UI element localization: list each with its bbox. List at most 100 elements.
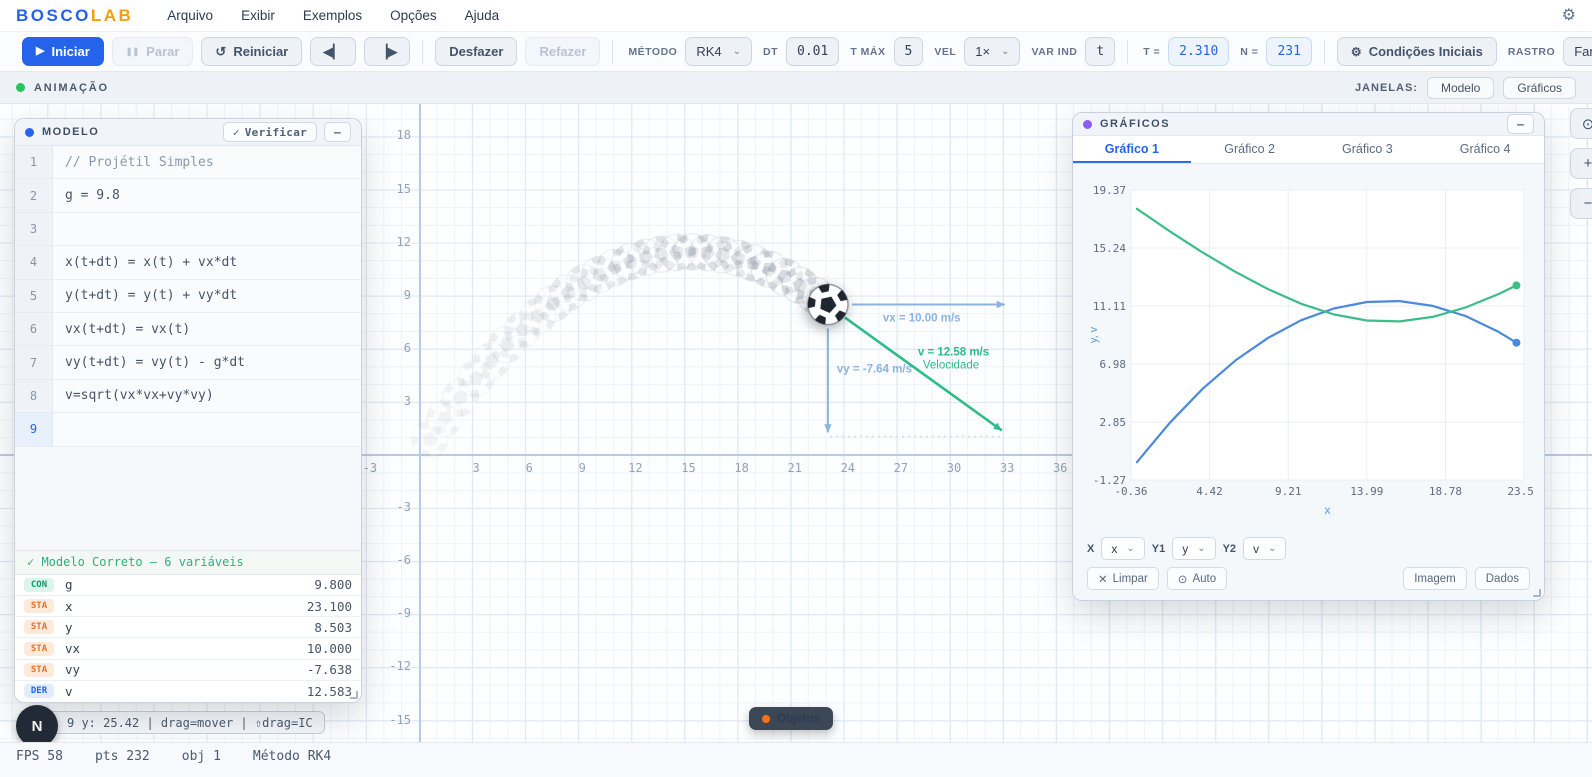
- zoom-in-button[interactable]: +: [1570, 148, 1592, 179]
- graphs-minimize-button[interactable]: –: [1507, 114, 1534, 134]
- x-tick-label: 24: [836, 461, 860, 475]
- x-tick-label: 12: [623, 461, 647, 475]
- variable-name: x: [65, 599, 73, 614]
- animation-status-dot: [16, 83, 25, 92]
- line-number: 6: [15, 313, 53, 345]
- tab-grafico-3[interactable]: Gráfico 3: [1309, 136, 1427, 163]
- step-forward-button[interactable]: ▕▶: [364, 37, 410, 66]
- graph-axis-controls: X x⌄ Y1 y⌄ Y2 v⌄: [1085, 532, 1532, 564]
- code-line-9[interactable]: 9: [15, 413, 361, 446]
- code-text: vx(t+dt) = vx(t): [53, 313, 202, 345]
- line-number: 2: [15, 179, 53, 211]
- toolbar-separator: [422, 40, 423, 64]
- code-editor[interactable]: 1// Projétil Simples2g = 9.834x(t+dt) = …: [15, 146, 361, 447]
- model-resize-handle[interactable]: [350, 691, 358, 699]
- chart-endpoint-y: [1512, 339, 1520, 347]
- menu-item-exemplos[interactable]: Exemplos: [303, 8, 362, 23]
- verify-button[interactable]: ✓Verificar: [223, 122, 317, 142]
- tab-grafico-1[interactable]: Gráfico 1: [1073, 136, 1191, 163]
- tmax-input[interactable]: 5: [894, 37, 924, 66]
- tab-grafico-4[interactable]: Gráfico 4: [1426, 136, 1544, 163]
- model-panel-header[interactable]: MODELO ✓Verificar –: [15, 119, 361, 146]
- menu-item-opcoes[interactable]: Opções: [390, 8, 437, 23]
- chart-y-tick: -1.27: [1093, 474, 1126, 487]
- variable-row-vy[interactable]: STAvy-7.638: [15, 660, 361, 681]
- variable-type-badge: STA: [24, 663, 54, 677]
- reset-button[interactable]: ↺Reiniciar: [201, 37, 302, 66]
- menu-item-ajuda[interactable]: Ajuda: [465, 8, 500, 23]
- variable-row-vx[interactable]: STAvx10.000: [15, 638, 361, 659]
- code-editor-empty-area[interactable]: [15, 447, 361, 550]
- data-button[interactable]: Dados: [1475, 567, 1530, 590]
- chart-x-tick: 4.42: [1196, 485, 1223, 498]
- y1-axis-select[interactable]: y⌄: [1172, 537, 1215, 560]
- code-line-7[interactable]: 7vy(t+dt) = vy(t) - g*dt: [15, 346, 361, 379]
- graphs-title: GRÁFICOS: [1100, 118, 1170, 130]
- x-axis-select[interactable]: x⌄: [1101, 537, 1144, 560]
- varind-input[interactable]: t: [1085, 37, 1115, 66]
- code-line-5[interactable]: 5y(t+dt) = y(t) + vy*dt: [15, 280, 361, 313]
- code-line-1[interactable]: 1// Projétil Simples: [15, 146, 361, 179]
- variable-row-y[interactable]: STAy8.503: [15, 617, 361, 638]
- y-tick-label: 9: [377, 288, 411, 302]
- y-tick-label: -3: [377, 500, 411, 514]
- stop-button[interactable]: ❚❚Parar: [112, 37, 194, 66]
- vel-select[interactable]: 1×⌄: [964, 37, 1020, 66]
- auto-button[interactable]: ⊙Auto: [1167, 567, 1227, 590]
- image-button[interactable]: Imagem: [1403, 567, 1467, 590]
- code-line-2[interactable]: 2g = 9.8: [15, 179, 361, 212]
- x-tick-label: 15: [677, 461, 701, 475]
- code-line-4[interactable]: 4x(t+dt) = x(t) + vx*dt: [15, 246, 361, 279]
- graphs-panel-header[interactable]: GRÁFICOS –: [1073, 113, 1544, 136]
- x-tick-label: 30: [942, 461, 966, 475]
- menu-item-exibir[interactable]: Exibir: [241, 8, 275, 23]
- y-tick-label: 12: [377, 235, 411, 249]
- variable-value: 9.800: [314, 577, 352, 592]
- window-button-graficos[interactable]: Gráficos: [1503, 77, 1576, 99]
- status-bar: FPS 58pts 232obj 1Método RK4: [0, 742, 1592, 777]
- rastro-select[interactable]: Fantasmas⌄: [1563, 37, 1592, 66]
- menu-item-arquivo[interactable]: Arquivo: [167, 8, 213, 23]
- dt-input[interactable]: 0.01: [786, 37, 839, 66]
- clear-button[interactable]: ✕Limpar: [1087, 567, 1159, 590]
- variable-value: 10.000: [307, 641, 352, 656]
- animation-title: ANIMAÇÃO: [34, 82, 109, 94]
- simulation-canvas[interactable]: -3369121518212427303336181512963-3-6-9-1…: [0, 104, 1592, 742]
- model-minimize-button[interactable]: –: [324, 122, 351, 142]
- graphs-resize-handle[interactable]: [1533, 589, 1541, 597]
- tab-grafico-2[interactable]: Gráfico 2: [1191, 136, 1309, 163]
- code-line-6[interactable]: 6vx(t+dt) = vx(t): [15, 313, 361, 346]
- code-line-8[interactable]: 8v=sqrt(vx*vx+vy*vy): [15, 380, 361, 413]
- toolbar-separator: [1127, 40, 1128, 64]
- undo-button[interactable]: Desfazer: [435, 37, 517, 66]
- line-number: 1: [15, 146, 53, 178]
- code-line-3[interactable]: 3: [15, 213, 361, 246]
- graph-tabs: Gráfico 1Gráfico 2Gráfico 3Gráfico 4: [1073, 136, 1544, 164]
- method-select[interactable]: RK4⌄: [685, 37, 752, 66]
- method-label: MÉTODO: [628, 46, 677, 58]
- step-back-button[interactable]: ◀▏: [310, 37, 356, 66]
- variable-row-g[interactable]: CONg9.800: [15, 575, 361, 596]
- start-button[interactable]: ▶Iniciar: [22, 37, 104, 66]
- status-item-fps: FPS 58: [16, 749, 63, 764]
- y-tick-label: 15: [377, 182, 411, 196]
- window-button-modelo[interactable]: Modelo: [1427, 77, 1494, 99]
- code-text: vy(t+dt) = vy(t) - g*dt: [53, 346, 257, 378]
- variable-row-x[interactable]: STAx23.100: [15, 596, 361, 617]
- initial-conditions-button[interactable]: ⚙Condições Iniciais: [1337, 37, 1497, 66]
- y-tick-label: 18: [377, 128, 411, 142]
- view-reset-button[interactable]: ⊙: [1570, 108, 1592, 139]
- x-tick-label: 33: [995, 461, 1019, 475]
- zoom-out-button[interactable]: −: [1570, 188, 1592, 219]
- windows-label: JANELAS:: [1355, 82, 1418, 94]
- line-number: 9: [15, 413, 53, 445]
- pause-icon: ❚❚: [126, 48, 139, 56]
- variable-name: vy: [65, 662, 80, 677]
- n-label: N =: [1240, 46, 1258, 58]
- settings-gear-icon[interactable]: ⚙: [1562, 8, 1576, 24]
- objects-pill[interactable]: Objetos: [749, 707, 833, 730]
- variable-row-v[interactable]: DERv12.583: [15, 681, 361, 702]
- graph-buttons: ✕Limpar ⊙Auto Imagem Dados: [1085, 564, 1532, 592]
- redo-button[interactable]: Refazer: [525, 37, 600, 66]
- y2-axis-select[interactable]: v⌄: [1243, 537, 1286, 560]
